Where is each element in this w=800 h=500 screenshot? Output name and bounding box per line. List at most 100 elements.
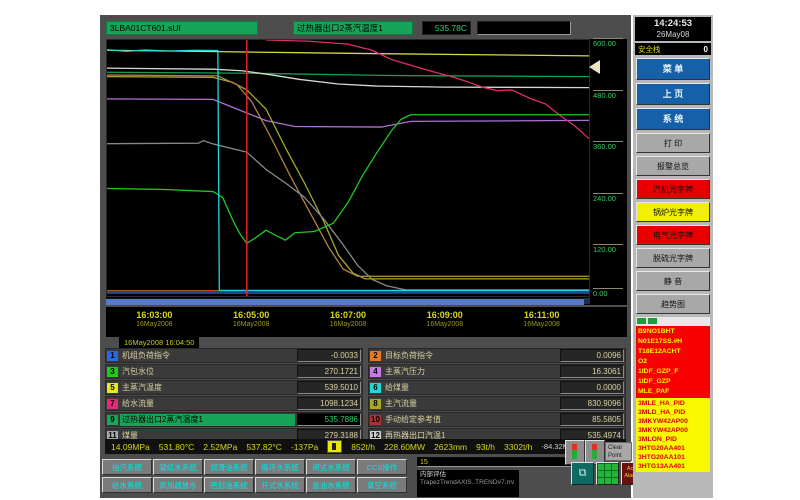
menu-button[interactable]: 给水系统	[102, 477, 152, 493]
y-axis-tick-label: 360.00	[593, 141, 623, 151]
alarm-nav-chip-icon[interactable]	[637, 318, 646, 324]
alarm-item[interactable]: 1IDF_GZP	[638, 377, 708, 387]
clear-point-button[interactable]: Clear Point	[605, 442, 632, 461]
safety-label: 安全栈	[638, 44, 661, 55]
horizontal-scrollbar[interactable]	[106, 298, 584, 305]
sidebar-button[interactable]: 系 统	[636, 108, 710, 130]
alarm-item[interactable]: 3MLD_HA_PID	[638, 408, 708, 417]
alarm-item[interactable]: N01E17SS.#H	[638, 337, 708, 347]
status-value: 537.82°C	[246, 442, 282, 452]
status-value: 3302t/h	[504, 442, 532, 452]
pen-tag-field[interactable]: 3LBA01CT601.sUI	[106, 21, 258, 35]
legend-pen-row-10[interactable]: 10手动给定参考值85.5805	[368, 412, 626, 427]
status-bar: 14.09MPa531.80°C2.52MPa537.82°C-137Pa852…	[105, 439, 626, 454]
alarm-item[interactable]: 3MKYW42AP00	[638, 417, 708, 426]
alarm-item[interactable]: 1IDF_GZP_F	[638, 367, 708, 377]
y-axis-tick-label: 120.00	[593, 244, 623, 254]
pen-description-field[interactable]: 过热器出口2蒸汽温度1	[293, 21, 413, 35]
alarm-item[interactable]: 3MLE_HA_PID	[638, 399, 708, 408]
clock-time: 14:24:53	[635, 18, 711, 30]
sidebar-button[interactable]: 趋势图	[636, 294, 710, 314]
status-value: 2.52MPa	[203, 442, 237, 452]
search-input[interactable]	[477, 21, 571, 35]
pen-label: 手动给定参考值	[383, 414, 558, 426]
pen-label: 主汽流量	[383, 398, 558, 410]
menu-button[interactable]: 密封油系统	[204, 477, 254, 493]
pen-color-swatch: 6	[370, 383, 381, 393]
alarm-item[interactable]: MLE_PAF	[638, 387, 708, 397]
trend-line-manual-ref	[107, 75, 589, 276]
pen-value: 16.3061	[560, 365, 624, 378]
alarm-nav-chip-icon[interactable]	[648, 318, 657, 324]
link-button[interactable]: ⧉	[571, 462, 594, 485]
pen-value: 539.5010	[297, 381, 361, 394]
pen-value: 270.1721	[297, 365, 361, 378]
sidebar: 14:24:53 26May08 安全栈 0 菜 单上 页系 统打 印报警总览汽…	[633, 15, 713, 498]
x-axis-tick: 16:03:0016May2008	[124, 310, 184, 328]
indicator-icon	[592, 444, 597, 459]
legend-pen-row-2[interactable]: 2目标负荷指令0.0096	[368, 348, 626, 363]
sidebar-button[interactable]: 上 页	[636, 83, 710, 105]
alarm-item[interactable]: 3HTG13AA401	[638, 462, 708, 471]
trend-plot-area[interactable]	[106, 39, 590, 297]
status-value: 14.09MPa	[111, 442, 150, 452]
menu-button[interactable]: 高加疏放水	[153, 477, 203, 493]
trend-line-main-steam-flow	[107, 77, 589, 279]
time-axis: 16:03:0016May200816:05:0016May200816:07:…	[106, 307, 627, 337]
menu-button[interactable]: 抽汽系统	[102, 459, 152, 475]
safety-counter: 安全栈 0	[635, 43, 711, 55]
legend-pen-row-6[interactable]: 6给煤量0.0000	[368, 380, 626, 395]
menu-button[interactable]: 闭式水系统	[306, 459, 356, 475]
menu-button[interactable]: 氢油水系统	[306, 477, 356, 493]
scale-pointer-icon[interactable]	[589, 60, 600, 74]
pen-color-swatch: 10	[370, 415, 381, 425]
alarm-item[interactable]: 3HTG20AA101	[638, 453, 708, 462]
legend-pen-row-7[interactable]: 7给水流量1098.1234	[105, 396, 363, 411]
alarm-item[interactable]: 3HTG20AA401	[638, 444, 708, 453]
pen-value: 830.9096	[560, 397, 624, 410]
command-input[interactable]: 15	[417, 457, 573, 467]
legend-pen-row-4[interactable]: 4主蒸汽压力16.3061	[368, 364, 626, 379]
mode-indicator-icon[interactable]	[327, 440, 342, 453]
sidebar-button[interactable]: 锅炉光字牌	[636, 202, 710, 222]
status-value: 852t/h	[351, 442, 375, 452]
sidebar-button[interactable]: 打 印	[636, 133, 710, 153]
grid-view-button[interactable]	[596, 462, 619, 485]
system-menu: 抽汽系统凝结水系统润滑油系统循环水系统闭式水系统CCS操作给水系统高加疏放水密封…	[102, 459, 414, 495]
sidebar-button[interactable]: 报警总览	[636, 156, 710, 176]
legend-pen-row-5[interactable]: 5主蒸汽温度539.5010	[105, 380, 363, 395]
link-icon: ⧉	[579, 467, 587, 479]
menu-button[interactable]: 真空系统	[357, 477, 407, 493]
pen-color-swatch: 1	[107, 351, 118, 361]
tick-time: 16:09:00	[415, 310, 475, 320]
legend-pen-row-8[interactable]: 8主汽流量830.9096	[368, 396, 626, 411]
pen-value: -0.0033	[297, 349, 361, 362]
alarm-item[interactable]: T18E12ACHT	[638, 347, 708, 357]
sidebar-button[interactable]: 脱硫光字牌	[636, 248, 710, 268]
alarm-item[interactable]: O2	[638, 357, 708, 367]
legend-pen-row-9[interactable]: 9过热器出口2蒸汽温度1535.7886	[105, 412, 363, 427]
scrollbar-end-cap	[584, 298, 590, 304]
sidebar-button[interactable]: 静 音	[636, 271, 710, 291]
menu-button[interactable]: 凝结水系统	[153, 459, 203, 475]
menu-button[interactable]: 循环水系统	[255, 459, 305, 475]
x-axis-tick: 16:05:0016May2008	[221, 310, 281, 328]
menu-button[interactable]: 开式水系统	[255, 477, 305, 493]
cursor-timestamp: 16May2008 16:04:50	[119, 337, 199, 348]
trend-line-rh-outlet-temp	[107, 68, 589, 87]
dcs-trend-screen: 3LBA01CT601.sUI 过热器出口2蒸汽温度1 535.78C 600.…	[0, 0, 800, 500]
sidebar-button[interactable]: 菜 单	[636, 58, 710, 80]
menu-button[interactable]: 润滑油系统	[204, 459, 254, 475]
sidebar-button[interactable]: 电气光字牌	[636, 225, 710, 245]
command-output: 内部评估 TrapezTrendAXIS..TREND#7.rrv	[417, 470, 519, 497]
menu-button[interactable]: CCS操作	[357, 459, 407, 475]
trend-line-main-steam-pressure	[107, 99, 589, 127]
legend-pen-row-3[interactable]: 3汽包水位270.1721	[105, 364, 363, 379]
tick-date: 16May2008	[124, 321, 184, 328]
alarm-item[interactable]: 3MLON_PID	[638, 435, 708, 444]
alarm-item[interactable]: 3MKYW42AP00	[638, 426, 708, 435]
alarm-item[interactable]: B9NO1BHT	[638, 327, 708, 337]
legend-pen-row-1[interactable]: 1机组负荷指令-0.0033	[105, 348, 363, 363]
sidebar-button[interactable]: 汽机光字牌	[636, 179, 710, 199]
legend-column-left: 1机组负荷指令-0.00333汽包水位270.17215主蒸汽温度539.501…	[105, 348, 363, 443]
